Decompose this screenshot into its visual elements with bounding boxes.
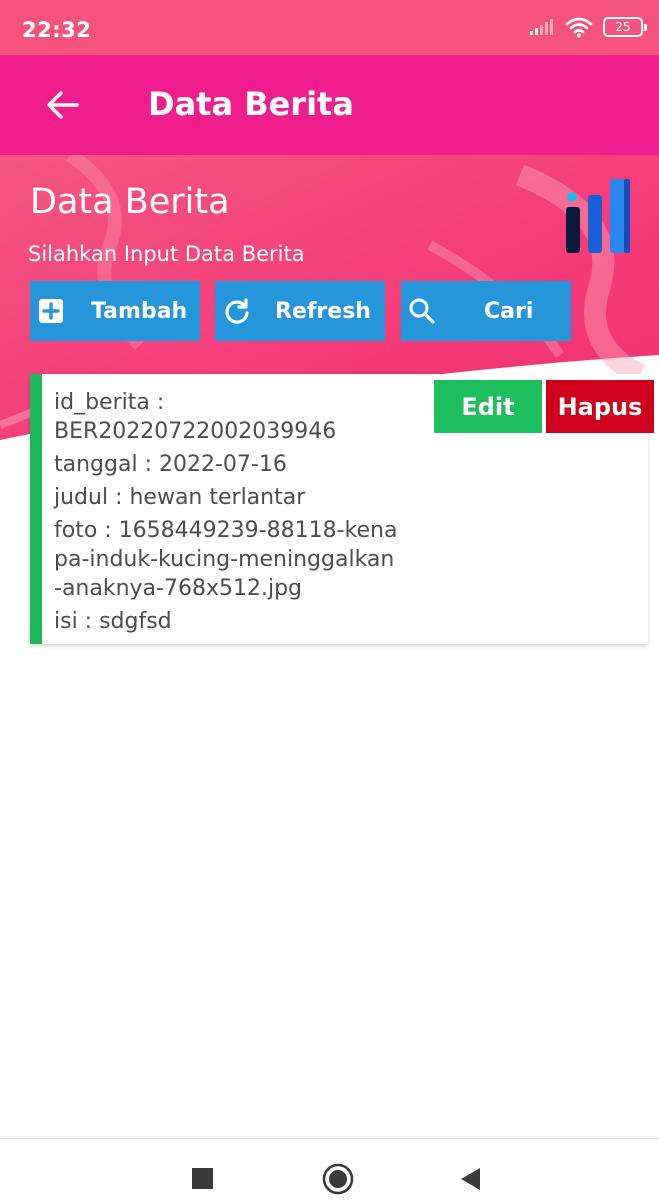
news-card-details: id_berita : BER20220722002039946 tanggal… xyxy=(54,388,424,636)
recent-apps-icon[interactable] xyxy=(192,1168,213,1189)
wifi-icon xyxy=(565,17,593,38)
home-icon[interactable] xyxy=(322,1163,354,1195)
news-photo-line-3: -anaknya-768x512.jpg xyxy=(54,576,303,601)
search-button[interactable]: Cari xyxy=(401,281,571,341)
plus-square-icon xyxy=(39,299,63,323)
news-date: tanggal : 2022-07-16 xyxy=(54,452,287,477)
refresh-button[interactable]: Refresh xyxy=(215,281,385,341)
app-bar-title: Data Berita xyxy=(148,85,354,123)
back-arrow-icon[interactable] xyxy=(45,87,81,123)
search-icon xyxy=(409,298,435,324)
app-bar: Data Berita xyxy=(0,55,659,155)
status-icons: 25 xyxy=(529,16,647,38)
news-card: id_berita : BER20220722002039946 tanggal… xyxy=(30,374,654,644)
screen: 22:32 25 Data Berita Data Berita Silahka… xyxy=(0,0,659,1200)
news-id-label: id_berita : xyxy=(54,390,165,415)
news-content: isi : sdgfsd xyxy=(54,609,172,634)
status-time: 22:32 xyxy=(22,18,92,42)
add-button-label: Tambah xyxy=(91,298,188,324)
battery-icon: 25 xyxy=(603,17,647,37)
news-id-value: BER20220722002039946 xyxy=(54,419,337,444)
news-photo-line-1: foto : 1658449239-88118-kena xyxy=(54,518,398,543)
refresh-icon xyxy=(224,298,250,324)
nav-divider xyxy=(0,1138,659,1139)
header-title: Data Berita xyxy=(30,182,230,222)
status-bar: 22:32 25 xyxy=(0,0,659,55)
delete-button[interactable]: Hapus xyxy=(546,380,654,433)
header-subtitle: Silahkan Input Data Berita xyxy=(28,242,305,266)
add-button[interactable]: Tambah xyxy=(30,281,200,341)
refresh-button-label: Refresh xyxy=(275,298,371,324)
signal-icon xyxy=(530,19,553,35)
news-photo-line-2: pa-induk-kucing-meninggalkan xyxy=(54,547,395,572)
search-button-label: Cari xyxy=(484,298,534,324)
bar-chart-logo-icon xyxy=(566,179,630,253)
nav-back-icon[interactable] xyxy=(458,1166,484,1192)
news-title: judul : hewan terlantar xyxy=(54,485,306,510)
edit-button[interactable]: Edit xyxy=(434,380,542,433)
